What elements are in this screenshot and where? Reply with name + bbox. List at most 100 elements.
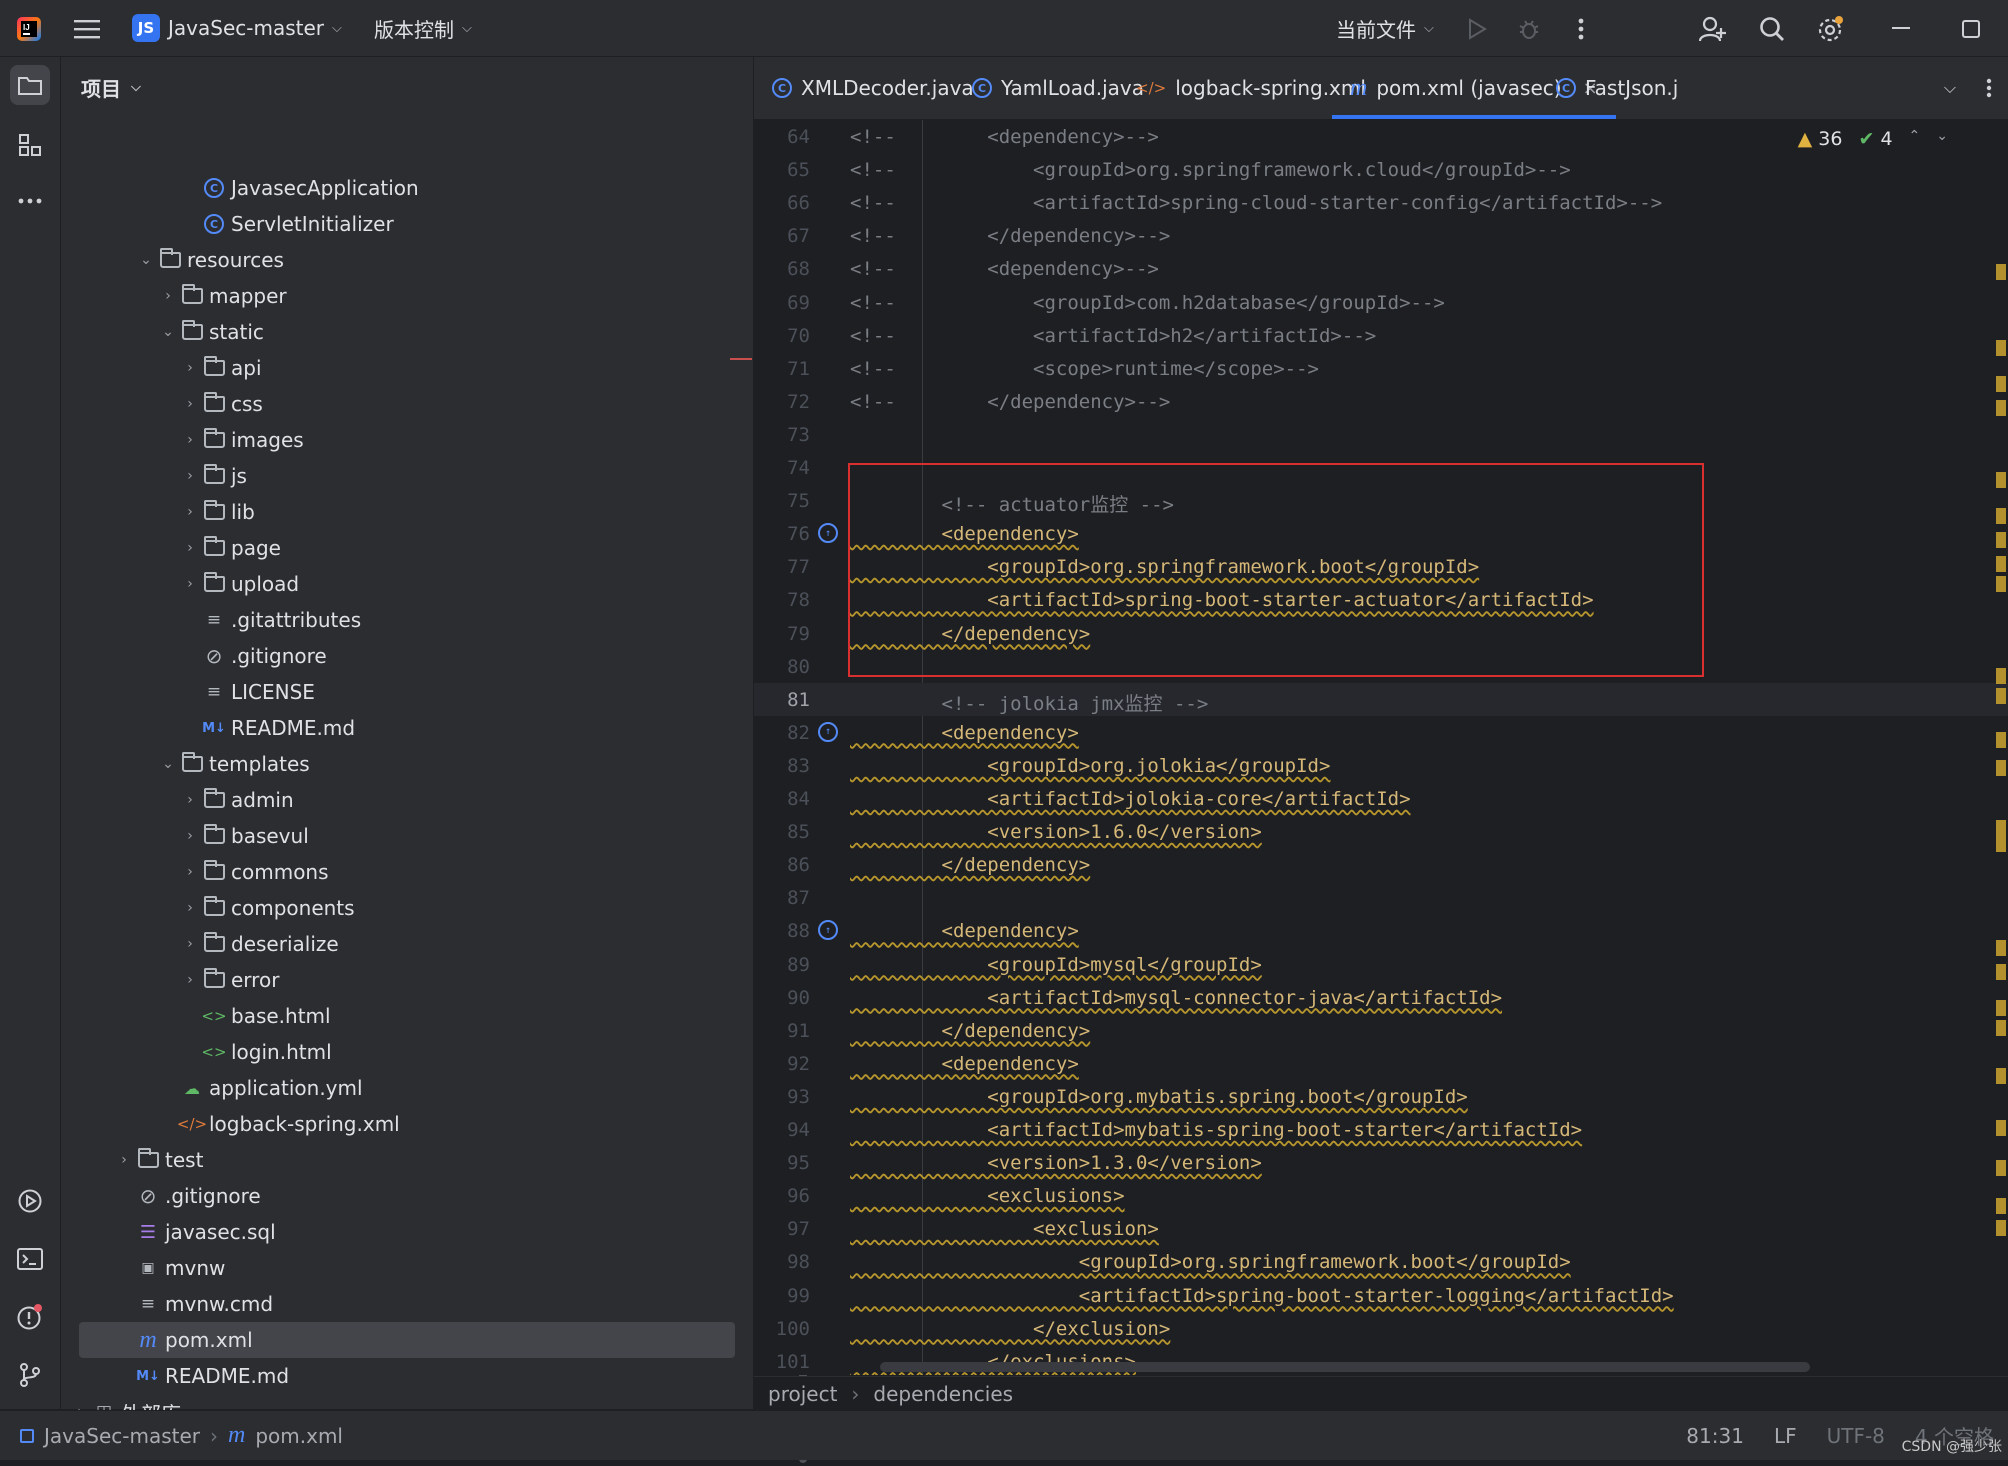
chevron-down-icon[interactable]: ⌄ bbox=[157, 324, 179, 340]
warning-stripe-mark[interactable] bbox=[1996, 264, 2006, 280]
warning-stripe-mark[interactable] bbox=[1996, 836, 2006, 852]
dependency-gutter-icon[interactable]: ↑ bbox=[818, 523, 838, 544]
code-line[interactable]: 67 <!-- </dependency>--> bbox=[754, 219, 2008, 252]
add-user-icon[interactable] bbox=[1698, 14, 1728, 44]
services-run-icon[interactable] bbox=[10, 1181, 50, 1221]
code-line[interactable]: 91 </dependency> bbox=[754, 1014, 2008, 1047]
code-line[interactable]: 99 <artifactId>spring-boot-starter-loggi… bbox=[754, 1279, 2008, 1312]
tree-item[interactable]: › css bbox=[61, 386, 753, 422]
warning-stripe-mark[interactable] bbox=[1996, 688, 2006, 704]
tree-item[interactable]: M↓ README.md bbox=[61, 710, 753, 746]
line-separator[interactable]: LF bbox=[1774, 1424, 1797, 1448]
editor-tab[interactable]: C FastJson.j bbox=[1556, 57, 1678, 119]
chevron-down-icon[interactable]: ⌄ bbox=[135, 252, 157, 268]
tree-item[interactable]: C ServletInitializer bbox=[61, 206, 753, 242]
warning-stripe-mark[interactable] bbox=[1996, 576, 2006, 592]
tree-item[interactable]: m pom.xml bbox=[79, 1322, 735, 1358]
code-editor[interactable]: 64 <!-- <dependency>--> 65 <!-- <groupId>or… bbox=[754, 120, 2008, 1375]
chevron-right-icon[interactable]: › bbox=[179, 900, 201, 916]
git-branch-icon[interactable] bbox=[10, 1355, 50, 1395]
minimize-window-icon[interactable] bbox=[1886, 14, 1916, 44]
chevron-right-icon[interactable]: › bbox=[179, 540, 201, 556]
warning-stripe-mark[interactable] bbox=[1996, 1220, 2006, 1236]
run-configuration-selector[interactable]: 当前文件 ⌵ bbox=[1336, 0, 1434, 56]
code-line[interactable]: 94 <artifactId>mybatis-spring-boot-start… bbox=[754, 1113, 2008, 1146]
tree-item[interactable]: ☰ javasec.sql bbox=[61, 1214, 753, 1250]
chevron-right-icon[interactable]: › bbox=[157, 288, 179, 304]
warning-stripe-mark[interactable] bbox=[1996, 400, 2006, 416]
tree-item[interactable]: <> login.html bbox=[61, 1034, 753, 1070]
warning-stripe-mark[interactable] bbox=[1996, 668, 2006, 684]
chevron-up-icon[interactable]: ⌃ bbox=[1909, 128, 1921, 150]
tree-item[interactable]: ⊘ .gitignore bbox=[61, 1178, 753, 1214]
tree-item[interactable]: M↓ README.md bbox=[61, 1358, 753, 1394]
warning-stripe-mark[interactable] bbox=[1996, 508, 2006, 524]
tree-item[interactable]: ≡ mvnw.cmd bbox=[61, 1286, 753, 1322]
chevron-right-icon[interactable]: › bbox=[179, 576, 201, 592]
tree-item[interactable]: ≡ .gitattributes bbox=[61, 602, 753, 638]
file-encoding[interactable]: UTF-8 bbox=[1827, 1424, 1885, 1448]
chevron-right-icon[interactable]: › bbox=[179, 936, 201, 952]
code-line[interactable]: 85 <version>1.6.0</version> bbox=[754, 815, 2008, 848]
chevron-right-icon[interactable]: › bbox=[179, 396, 201, 412]
code-line[interactable]: 83 <groupId>org.jolokia</groupId> bbox=[754, 749, 2008, 782]
warning-stripe-mark[interactable] bbox=[1996, 472, 2006, 488]
inspection-widget[interactable]: ▲ 36 ✔ 4 ⌃ ⌄ bbox=[1798, 128, 1948, 150]
tabs-dropdown-chevron-icon[interactable]: ⌵ bbox=[1935, 73, 1965, 103]
code-line[interactable]: 68 <!-- <dependency>--> bbox=[754, 252, 2008, 285]
error-stripe[interactable] bbox=[1996, 120, 2008, 1375]
dependency-gutter-icon[interactable]: ↑ bbox=[818, 920, 838, 941]
editor-tab[interactable]: C XMLDecoder.java bbox=[772, 57, 974, 119]
main-menu-icon[interactable] bbox=[72, 14, 102, 44]
search-icon[interactable] bbox=[1757, 14, 1787, 44]
tree-item[interactable]: › basevul bbox=[61, 818, 753, 854]
run-icon[interactable] bbox=[1462, 14, 1492, 44]
warning-stripe-mark[interactable] bbox=[1996, 760, 2006, 776]
warning-stripe-mark[interactable] bbox=[1996, 964, 2006, 980]
code-line[interactable]: 98 <groupId>org.springframework.boot</gr… bbox=[754, 1245, 2008, 1278]
status-file[interactable]: pom.xml bbox=[255, 1424, 343, 1448]
tree-item[interactable]: ⌄ templates bbox=[61, 746, 753, 782]
warning-stripe-mark[interactable] bbox=[1996, 940, 2006, 956]
tree-item[interactable]: ⌄ resources bbox=[61, 242, 753, 278]
chevron-right-icon[interactable]: › bbox=[179, 972, 201, 988]
tree-item[interactable]: › mapper bbox=[61, 278, 753, 314]
project-tool-folder-icon[interactable] bbox=[10, 65, 50, 105]
chevron-down-icon[interactable]: ⌄ bbox=[1936, 128, 1948, 150]
structure-icon[interactable] bbox=[10, 125, 50, 165]
project-switcher[interactable]: JS JavaSec-master ⌵ bbox=[132, 0, 342, 56]
warning-stripe-mark[interactable] bbox=[1996, 376, 2006, 392]
chevron-right-icon[interactable]: › bbox=[179, 360, 201, 376]
warning-stripe-mark[interactable] bbox=[1996, 1000, 2006, 1016]
code-line[interactable]: 96 <exclusions> bbox=[754, 1179, 2008, 1212]
tree-item[interactable]: › commons bbox=[61, 854, 753, 890]
warning-stripe-mark[interactable] bbox=[1996, 1160, 2006, 1176]
code-line[interactable]: 70 <!-- <artifactId>h2</artifactId>--> bbox=[754, 319, 2008, 352]
debug-icon[interactable] bbox=[1514, 14, 1544, 44]
tree-item[interactable]: ▣ mvnw bbox=[61, 1250, 753, 1286]
warning-stripe-mark[interactable] bbox=[1996, 1120, 2006, 1136]
breadcrumb-item-project[interactable]: project bbox=[768, 1382, 837, 1406]
warning-stripe-mark[interactable] bbox=[1996, 1020, 2006, 1036]
warning-stripe-mark[interactable] bbox=[1996, 820, 2006, 836]
warning-stripe-mark[interactable] bbox=[1996, 1068, 2006, 1084]
tree-item[interactable]: › page bbox=[61, 530, 753, 566]
editor-horizontal-scrollbar[interactable] bbox=[880, 1362, 1810, 1372]
dependency-gutter-icon[interactable]: ↑ bbox=[818, 721, 838, 742]
tree-item[interactable]: › upload bbox=[61, 566, 753, 602]
code-line[interactable]: 65 <!-- <groupId>org.springframework.clou… bbox=[754, 153, 2008, 186]
tree-item[interactable]: ⊘ .gitignore bbox=[61, 638, 753, 674]
warning-stripe-mark[interactable] bbox=[1996, 556, 2006, 572]
code-line[interactable]: 90 <artifactId>mysql-connector-java</art… bbox=[754, 981, 2008, 1014]
tree-item[interactable]: › admin bbox=[61, 782, 753, 818]
settings-gear-icon[interactable] bbox=[1816, 14, 1846, 44]
tree-item[interactable]: › components bbox=[61, 890, 753, 926]
chevron-right-icon[interactable]: › bbox=[179, 864, 201, 880]
tree-item[interactable]: › deserialize bbox=[61, 926, 753, 962]
terminal-icon[interactable] bbox=[10, 1239, 50, 1279]
tree-item[interactable]: › api bbox=[61, 350, 753, 386]
problems-icon[interactable] bbox=[10, 1297, 50, 1337]
code-line[interactable]: 86 </dependency> bbox=[754, 848, 2008, 881]
project-panel-header[interactable]: 项目 ⌵ bbox=[81, 57, 141, 117]
tree-item[interactable]: › lib bbox=[61, 494, 753, 530]
